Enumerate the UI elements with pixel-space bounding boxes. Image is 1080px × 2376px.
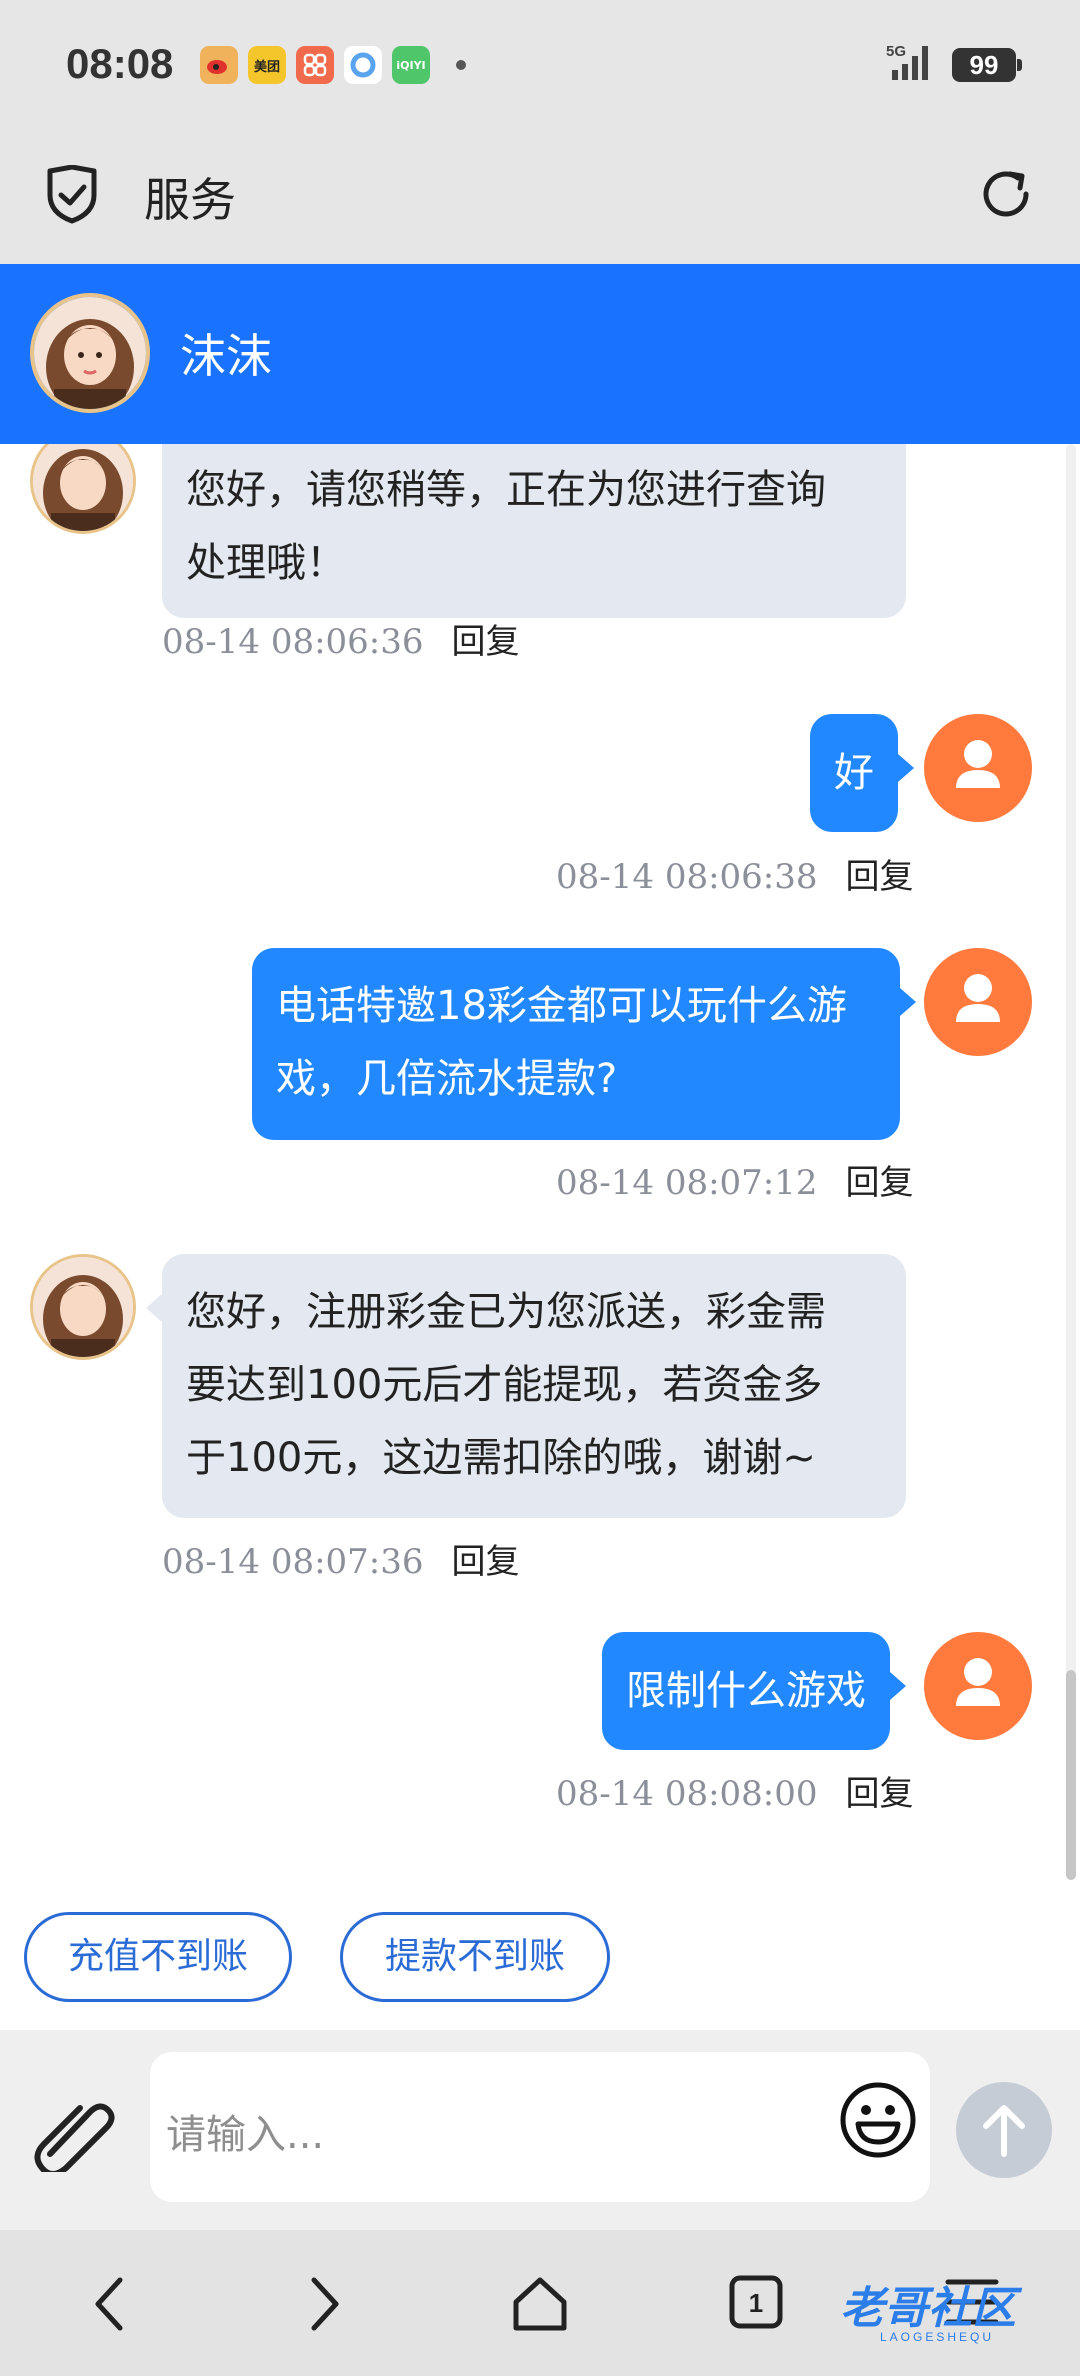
- weibo-icon: [200, 46, 238, 84]
- shield-check-icon[interactable]: [44, 164, 100, 229]
- message-line: 您好，注册彩金已为您派送，彩金需: [186, 1289, 826, 1335]
- message-line: 于100元，这边需扣除的哦，谢谢~: [186, 1435, 816, 1481]
- message-timestamp: 08-14 08:07:12: [556, 1163, 818, 1203]
- reply-button[interactable]: 回复: [846, 1774, 914, 1814]
- chat-scrollbar-thumb[interactable]: [1066, 1670, 1076, 1880]
- message-bubble[interactable]: 您好，注册彩金已为您派送，彩金需 要达到100元后才能提现，若资金多 于100元…: [146, 1254, 906, 1518]
- message-line: 要达到100元后才能提现，若资金多: [186, 1362, 823, 1408]
- agent-message-avatar: [30, 1254, 136, 1360]
- message-input[interactable]: 请输入...: [150, 2052, 930, 2202]
- message-meta: 08-14 08:07:36 回复: [162, 1534, 520, 1583]
- refresh-icon[interactable]: [976, 164, 1036, 228]
- message-meta: 08-14 08:07:12 回复: [556, 1155, 914, 1204]
- message-input-bar: 请输入...: [0, 2030, 1080, 2230]
- page-title: 服务: [144, 173, 236, 227]
- message-bubble[interactable]: 您好，请您稍等，正在为您进行查询 处理哦！: [162, 444, 906, 618]
- message-meta: 08-14 08:06:38 回复: [556, 849, 914, 898]
- status-app-icons: 美团 iQIYI: [200, 46, 466, 84]
- message-timestamp: 08-14 08:08:00: [556, 1774, 818, 1814]
- quick-button-recharge[interactable]: 充值不到账: [24, 1912, 292, 2002]
- watermark-logo-sub: LAOGESHEQU: [880, 2330, 995, 2344]
- iqiyi-icon: iQIYI: [392, 46, 430, 84]
- message-line: 限制什么游戏: [626, 1668, 866, 1714]
- emoji-icon[interactable]: [838, 2080, 918, 2164]
- agent-message-avatar: [30, 444, 136, 534]
- browser-navigation-bar: 1 老哥社区 LAOGESHEQU: [0, 2230, 1080, 2376]
- agent-avatar[interactable]: [30, 293, 150, 413]
- message-line: 处理哦！: [186, 540, 346, 586]
- user-avatar: [924, 714, 1032, 822]
- message-line: 好: [834, 750, 874, 796]
- message-meta: 08-14 08:06:36 回复: [162, 614, 520, 663]
- home-icon[interactable]: [510, 2274, 570, 2338]
- message-bubble[interactable]: 限制什么游戏: [602, 1632, 906, 1750]
- message-timestamp: 08-14 08:06:36: [162, 622, 424, 662]
- meituan-icon: 美团: [248, 46, 286, 84]
- message-input-placeholder: 请输入...: [166, 2112, 325, 2158]
- back-icon[interactable]: [90, 2274, 130, 2338]
- reply-button[interactable]: 回复: [846, 857, 914, 897]
- chat-header: 沫沫: [0, 264, 1080, 444]
- watermark-logo: 老哥社区: [840, 2284, 1016, 2333]
- battery-indicator: 99: [952, 48, 1022, 82]
- reply-button[interactable]: 回复: [452, 622, 520, 662]
- message-bubble[interactable]: 电话特邀18彩金都可以玩什么游 戏，几倍流水提款?: [252, 948, 916, 1140]
- message-line: 戏，几倍流水提款?: [276, 1056, 618, 1102]
- arrow-up-icon: [983, 2105, 1025, 2157]
- quick-reply-bar: 充值不到账 提款不到账: [0, 1880, 1080, 2030]
- user-avatar: [924, 948, 1032, 1056]
- status-time: 08:08: [66, 40, 174, 87]
- app-header: 服务: [0, 130, 1080, 264]
- chat-messages[interactable]: 您好，请您稍等，正在为您进行查询 处理哦！ 08-14 08:06:36 回复 好…: [0, 444, 1080, 1880]
- app-icon: [296, 46, 334, 84]
- app-root: 08:08 美团 iQIYI 5G 99 服务 沫沫 您好，请您稍等，正在为您进…: [0, 0, 1080, 2376]
- reply-button[interactable]: 回复: [846, 1163, 914, 1203]
- message-line: 您好，请您稍等，正在为您进行查询: [186, 467, 826, 513]
- browser-icon: [344, 46, 382, 84]
- message-meta: 08-14 08:08:00 回复: [556, 1766, 914, 1815]
- message-timestamp: 08-14 08:06:38: [556, 857, 818, 897]
- forward-icon[interactable]: [304, 2274, 344, 2338]
- reply-button[interactable]: 回复: [452, 1542, 520, 1582]
- status-bar: 08:08 美团 iQIYI 5G 99: [0, 0, 1080, 130]
- chat-scrollbar[interactable]: [1066, 444, 1076, 1880]
- quick-button-withdraw[interactable]: 提款不到账: [340, 1912, 610, 2002]
- network-label: 5G: [886, 43, 906, 60]
- more-notifications-dot: [456, 60, 466, 70]
- signal-icon: 5G: [876, 40, 936, 88]
- user-avatar: [924, 1632, 1032, 1740]
- message-line: 电话特邀18彩金都可以玩什么游: [276, 983, 847, 1029]
- agent-name: 沫沫: [180, 329, 272, 383]
- message-bubble[interactable]: 好: [810, 714, 914, 832]
- svg-text:1: 1: [749, 2288, 763, 2318]
- tabs-icon[interactable]: 1: [728, 2274, 784, 2334]
- attachment-icon[interactable]: [32, 2092, 118, 2177]
- send-button[interactable]: [956, 2082, 1052, 2178]
- message-timestamp: 08-14 08:07:36: [162, 1542, 424, 1582]
